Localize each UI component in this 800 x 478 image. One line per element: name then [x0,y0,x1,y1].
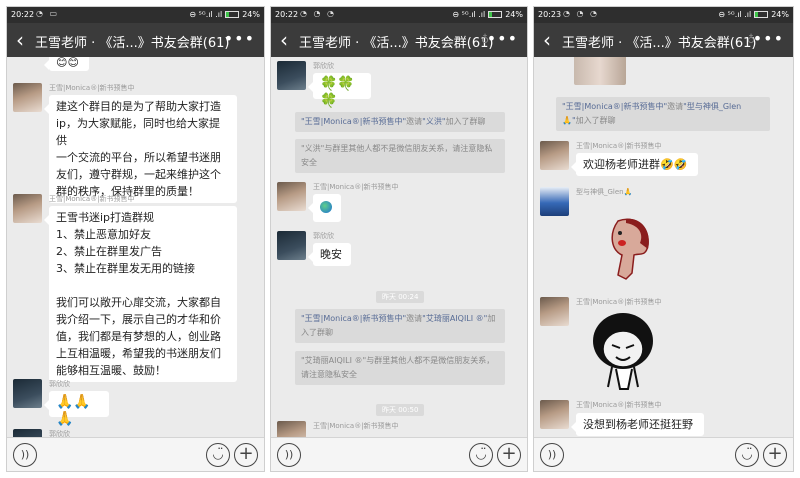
message-list[interactable]: "王雪|Monica®|新书预售中"邀请"型与神俱_Glen 🙏"加入了群聊 王… [534,57,793,437]
emoji-icon[interactable]: ◡̈ [206,443,230,467]
avatar[interactable] [13,429,42,437]
battery-icon [754,11,769,18]
system-notice: "义洪"与群里其他人都不是微信朋友关系，请注意隐私安全 [295,139,505,173]
chat-header: ‹ 王雪老师 · 《活...》书友会群(61) ♁ ••• [534,23,793,57]
message-bubble[interactable]: 建这个群目的是为了帮助大家打造 ip，为大家赋能，同时也给大家提供 一个交流的平… [44,95,237,203]
avatar[interactable] [277,182,306,211]
signal-icon: ⊖ ⁵ᴳ.ıl .ıl [189,10,223,19]
sender-name: 王雪|Monica®|新书预售中 [49,195,135,203]
message-list[interactable]: 😊😊 王雪|Monica®|新书预售中 建这个群目的是为了帮助大家打造 ip，为… [7,57,264,437]
sticker-icon [320,201,332,213]
avatar[interactable] [277,231,306,260]
status-time: 20:23 [538,10,562,19]
emoji-bubble[interactable]: 🙏🙏🙏 [44,391,109,427]
timestamp: 昨天 00:50 [376,404,425,416]
plus-icon[interactable]: + [234,443,258,467]
chat-screen-2: 20:22 ◔ ◔ ◔ ⊖ ⁵ᴳ.ıl .ıl 24% ‹ 王雪老师 · 《活.… [270,6,528,472]
status-bar: 20:23 ◔ ◔ ◔ ⊖ ⁵ᴳ.ıl .ıl 24% [534,7,793,23]
sender-name: 王雪|Monica®|新书预售中 [313,422,399,430]
sender-name: 郭欣欣 [313,232,334,240]
system-notice: "艾琦丽AIQILI ®"与群里其他人都不是微信朋友关系，请注意隐私安全 [295,351,505,385]
system-notice: "王雪|Monica®|新书预售中"邀请"义洪"加入了群聊 [295,112,505,132]
message-bubble[interactable]: 晚安 [308,243,351,266]
battery-icon [488,11,503,18]
more-icon[interactable]: ••• [753,29,784,48]
chat-title: 王雪老师 · 《活...》书友会群(61) [299,36,494,51]
status-bar: 20:22 ◔ ◔ ◔ ⊖ ⁵ᴳ.ıl .ıl 24% [271,7,527,23]
emoji-icon[interactable]: ◡̈ [469,443,493,467]
image-message[interactable] [574,57,626,85]
plus-icon[interactable]: + [497,443,521,467]
avatar[interactable] [540,141,569,170]
back-arrow-icon[interactable]: ‹ [16,28,24,52]
voice-icon[interactable]: )) [13,443,37,467]
avatar[interactable] [277,421,306,437]
back-arrow-icon[interactable]: ‹ [543,28,551,52]
system-notice: "王雪|Monica®|新书预售中"邀请"艾琦丽AIQILI ®"加入了群聊 [295,309,505,343]
notification-icons: ◔ ▭ [36,9,60,18]
back-arrow-icon[interactable]: ‹ [280,28,288,52]
chat-title: 王雪老师 · 《活...》书友会群(61) [562,36,757,51]
emoji-bubble[interactable]: 😊😊 [44,57,89,71]
notification-icons: ◔ ◔ ◔ [300,9,337,18]
avatar[interactable] [277,61,306,90]
timestamp: 昨天 00:24 [376,291,425,303]
sticker-image[interactable] [604,215,654,285]
sender-name: 王雪|Monica®|新书预售中 [576,298,662,306]
chat-title: 王雪老师 · 《活...》书友会群(61) [35,36,230,51]
sender-name: 王雪|Monica®|新书预售中 [576,401,662,409]
sticker-bubble[interactable] [308,194,341,222]
battery-icon [225,11,240,18]
avatar[interactable] [540,297,569,326]
signal-icon: ⊖ ⁵ᴳ.ıl .ıl [452,10,486,19]
status-bar: 20:22 ◔ ▭ ⊖ ⁵ᴳ.ıl .ıl 24% [7,7,264,23]
more-icon[interactable]: ••• [224,29,255,48]
sender-name: 王雪|Monica®|新书预售中 [576,142,662,150]
emoji-icon[interactable]: ◡̈ [735,443,759,467]
sticker-image[interactable] [590,311,656,391]
system-notice: "王雪|Monica®|新书预售中"邀请"型与神俱_Glen 🙏"加入了群聊 [556,97,770,131]
avatar[interactable] [13,83,42,112]
input-bar: )) ◡̈ + [271,437,527,471]
sender-name: 王雪|Monica®|新书预售中 [49,84,135,92]
chat-header: ‹ 王雪老师 · 《活...》书友会群(61) ••• [7,23,264,57]
input-bar: )) ◡̈ + [534,437,793,471]
sender-name: 型与神俱_Glen🙏 [576,188,633,196]
avatar[interactable] [540,187,569,216]
avatar[interactable] [540,400,569,429]
sender-name: 王雪|Monica®|新书预售中 [313,183,399,191]
voice-icon[interactable]: )) [540,443,564,467]
plus-icon[interactable]: + [763,443,787,467]
message-list[interactable]: 郭欣欣 🍀🍀🍀 "王雪|Monica®|新书预售中"邀请"义洪"加入了群聊 "义… [271,57,527,437]
sender-name: 郭欣欣 [49,380,70,388]
battery-text: 24% [505,10,523,19]
voice-icon[interactable]: )) [277,443,301,467]
message-bubble[interactable]: 王雪书迷ip打造群规 1、禁止恶意加好友 2、禁止在群里发广告 3、禁止在群里发… [44,206,237,382]
chat-screen-3: 20:23 ◔ ◔ ◔ ⊖ ⁵ᴳ.ıl .ıl 24% ‹ 王雪老师 · 《活.… [533,6,794,472]
status-time: 20:22 [11,10,35,19]
avatar[interactable] [13,194,42,223]
message-bubble[interactable]: 没想到杨老师还挺狂野 [571,413,704,436]
chat-header: ‹ 王雪老师 · 《活...》书友会群(61) ♁ ••• [271,23,527,57]
avatar[interactable] [13,379,42,408]
chat-screen-1: 20:22 ◔ ▭ ⊖ ⁵ᴳ.ıl .ıl 24% ‹ 王雪老师 · 《活...… [6,6,265,472]
sender-name: 郭欣欣 [313,62,334,70]
emoji-bubble[interactable]: 🍀🍀🍀 [308,73,371,109]
notification-icons: ◔ ◔ ◔ [563,9,600,18]
message-bubble[interactable]: 欢迎杨老师进群🤣🤣 [571,153,698,176]
battery-text: 24% [771,10,789,19]
battery-text: 24% [242,10,260,19]
signal-icon: ⊖ ⁵ᴳ.ıl .ıl [718,10,752,19]
input-bar: )) ◡̈ + [7,437,264,471]
sender-name: 郭欣欣 [49,430,70,437]
more-icon[interactable]: ••• [487,29,518,48]
status-time: 20:22 [275,10,299,19]
